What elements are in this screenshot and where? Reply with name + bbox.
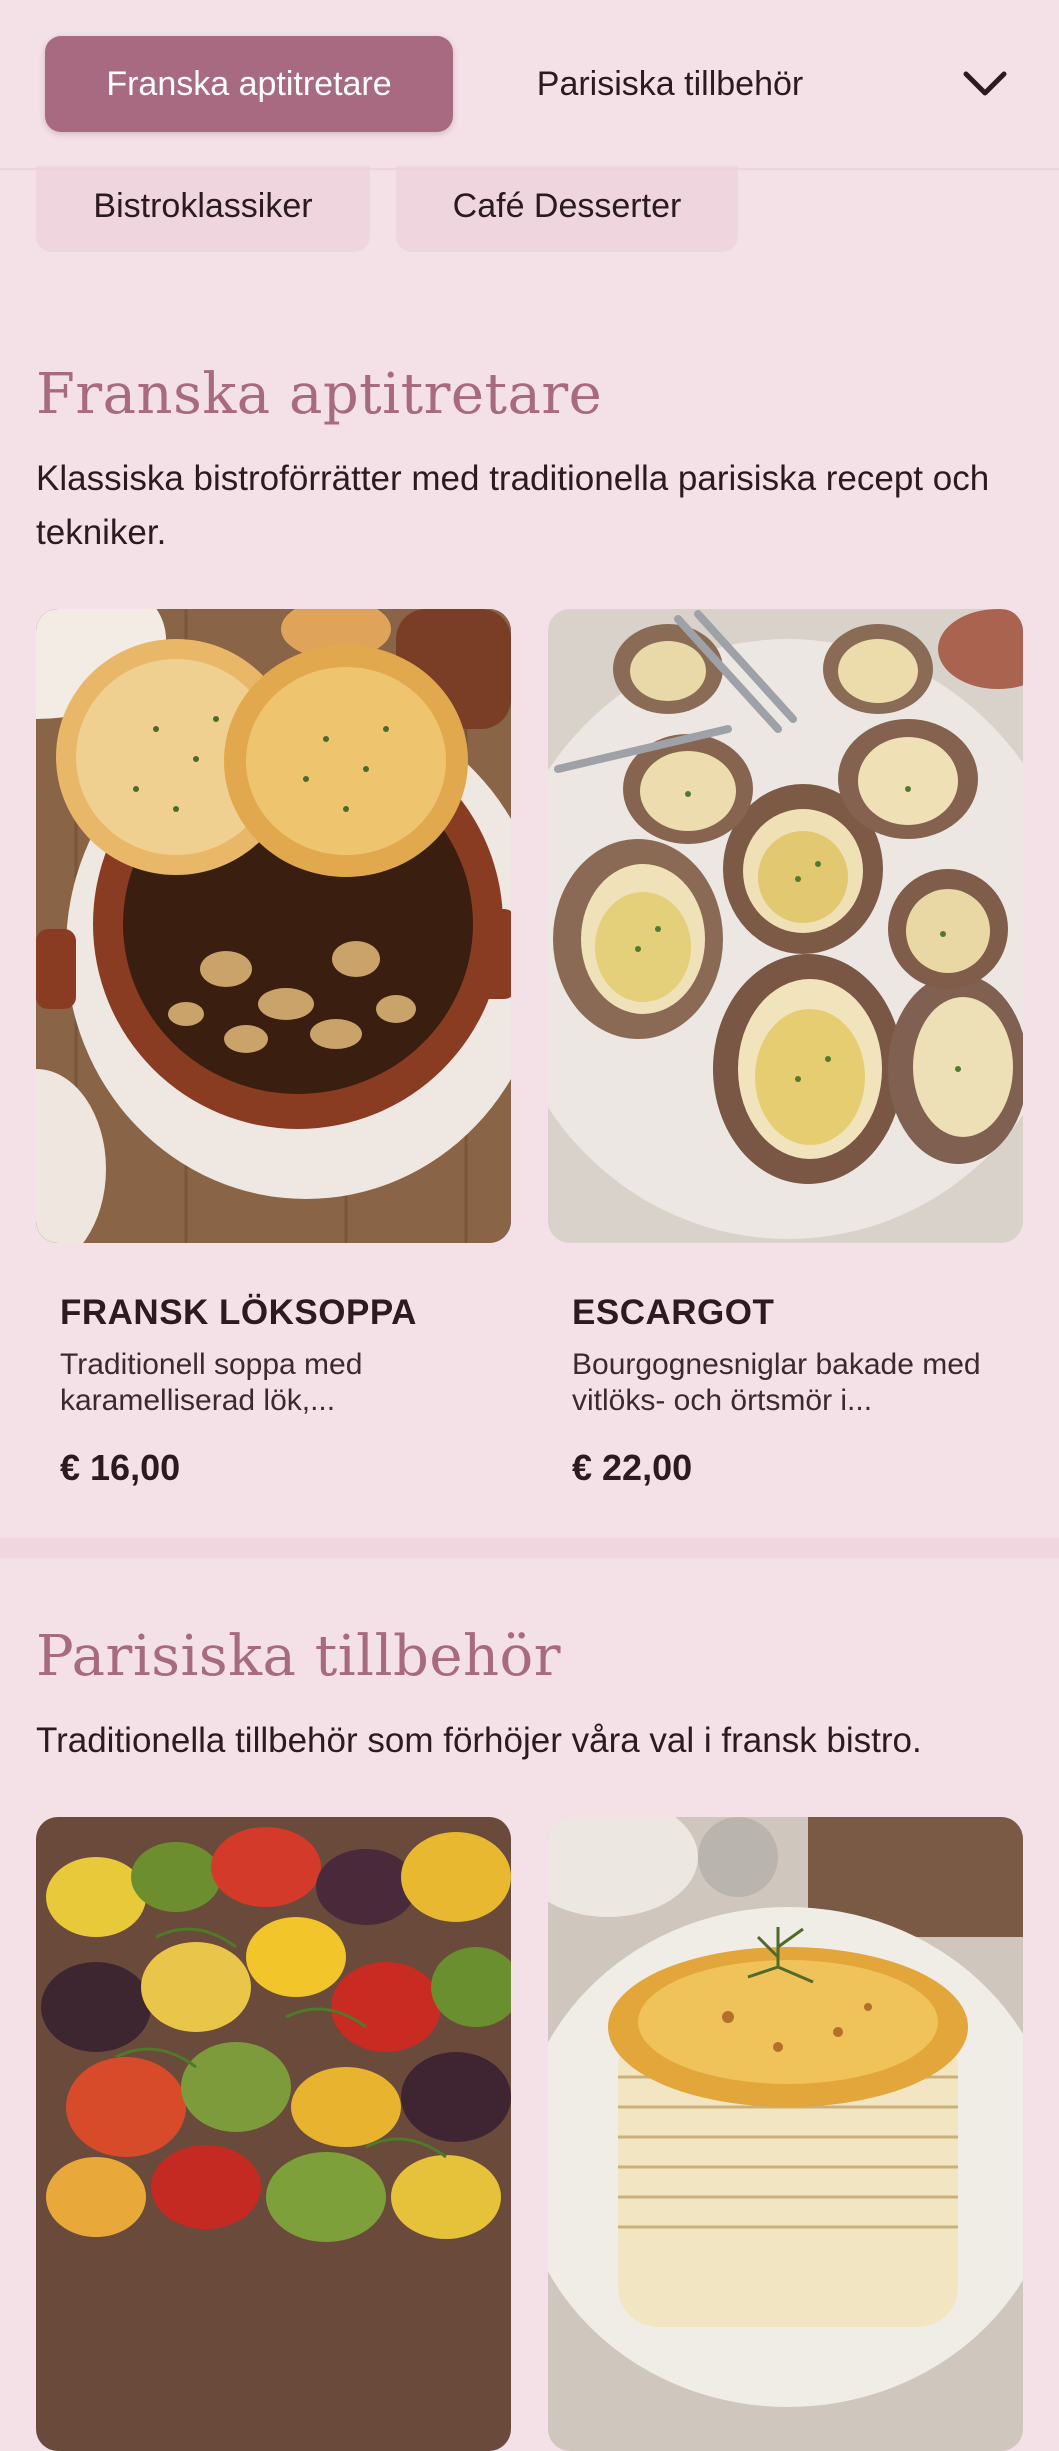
potato-gratin-photo (548, 1817, 1023, 2451)
menu-item-price: € 22,00 (572, 1447, 693, 1488)
section-description: Klassiska bistroförrätter med traditione… (36, 459, 990, 552)
escargot-photo (548, 609, 1023, 1243)
menu-item-description: Traditionell soppa med karamelliserad lö… (60, 1348, 363, 1417)
section-description: Traditionella tillbehör som förhöjer vår… (36, 1721, 922, 1760)
french-onion-soup-photo (36, 609, 511, 1243)
menu-item-name: FRANSK LÖKSOPPA (60, 1293, 417, 1332)
section-title-parisiska-tillbehor: Parisiska tillbehör (36, 1624, 562, 1689)
menu-item-description: Bourgognesniglar bakade med vitlöks- och… (572, 1348, 981, 1417)
menu-item-card-fransk-loksoppa[interactable]: FRANSK LÖKSOPPA Traditionell soppa med k… (36, 609, 511, 1499)
menu-item-card-ratatouille[interactable] (36, 1817, 511, 2451)
menu-item-card-potatisgratang[interactable] (548, 1817, 1023, 2451)
menu-item-name: ESCARGOT (572, 1293, 775, 1332)
category-chip-franska-aptitretare[interactable]: Franska aptitretare (45, 36, 453, 132)
menu-item-price: € 16,00 (60, 1447, 181, 1488)
menu-item-card-escargot[interactable]: ESCARGOT Bourgognesniglar bakade med vit… (548, 609, 1023, 1499)
section-divider (0, 1538, 1059, 1558)
category-chip-parisiska-tillbehor[interactable]: Parisiska tillbehör (480, 36, 860, 132)
ratatouille-vegetables-photo (36, 1817, 511, 2451)
category-chip-bistroklassiker[interactable]: Bistroklassiker (36, 160, 370, 252)
category-chip-cafe-desserter[interactable]: Café Desserter (396, 160, 738, 252)
category-nav: Bistroklassiker Café Desserter Franska a… (0, 0, 1059, 252)
nav-divider (0, 168, 1059, 170)
chevron-down-icon[interactable] (950, 54, 1020, 114)
section-title-franska-aptitretare: Franska aptitretare (36, 362, 603, 427)
category-nav-row: Franska aptitretare Parisiska tillbehör (0, 0, 1059, 166)
